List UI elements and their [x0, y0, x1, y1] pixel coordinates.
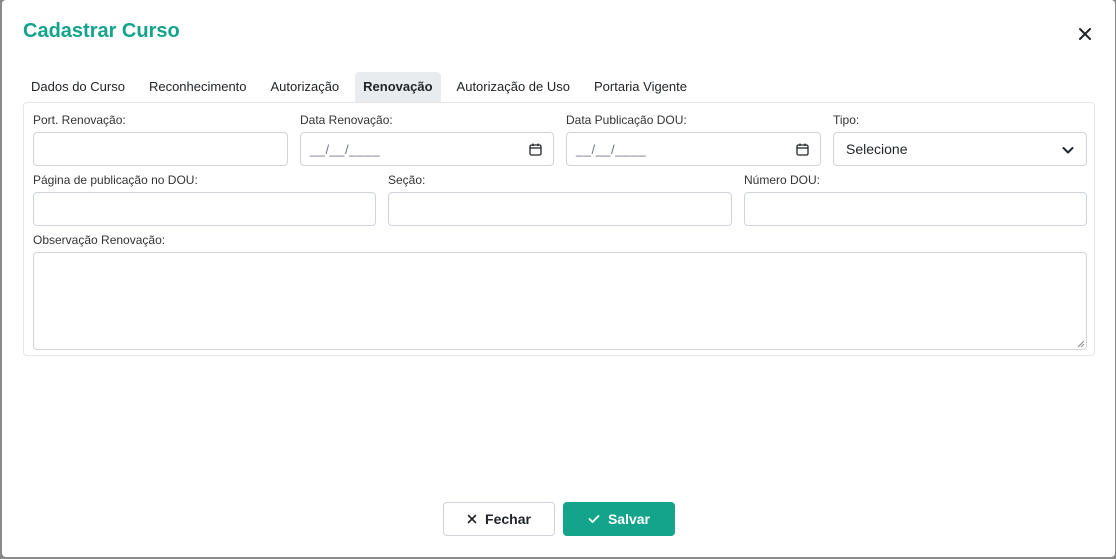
- check-icon: [588, 515, 600, 523]
- port-renovacao-label: Port. Renovação:: [33, 113, 126, 127]
- tab-portaria-vigente[interactable]: Portaria Vigente: [586, 72, 695, 102]
- numero-dou-input[interactable]: [744, 192, 1087, 226]
- modal-dialog: Cadastrar Curso Dados do Curso Reconheci…: [2, 0, 1115, 557]
- chevron-down-icon: [1062, 147, 1074, 154]
- observacao-label: Observação Renovação:: [33, 233, 166, 247]
- data-publicacao-dou-placeholder: __/__/____: [576, 142, 647, 157]
- modal-title: Cadastrar Curso: [23, 20, 180, 42]
- secao-group: Seção:: [388, 172, 732, 226]
- tipo-selected-value: Selecione: [846, 141, 908, 157]
- secao-input[interactable]: [388, 192, 732, 226]
- data-publicacao-dou-group: Data Publicação DOU: __/__/____: [566, 112, 821, 166]
- data-publicacao-dou-label: Data Publicação DOU:: [566, 113, 687, 127]
- tab-autorizacao[interactable]: Autorização: [263, 72, 348, 102]
- numero-dou-label: Número DOU:: [744, 173, 821, 187]
- data-publicacao-dou-input[interactable]: __/__/____: [566, 132, 821, 166]
- calendar-icon[interactable]: [796, 143, 809, 156]
- observacao-textarea[interactable]: [33, 252, 1087, 350]
- data-renovacao-input[interactable]: __/__/____: [300, 132, 554, 166]
- resize-grip-icon[interactable]: [1077, 340, 1085, 348]
- tab-autorizacao-de-uso[interactable]: Autorização de Uso: [449, 72, 578, 102]
- tab-renovacao[interactable]: Renovação: [355, 72, 441, 102]
- numero-dou-group: Número DOU:: [744, 172, 1087, 226]
- fechar-button[interactable]: Fechar: [443, 502, 555, 536]
- fechar-button-label: Fechar: [485, 511, 531, 527]
- close-icon: [467, 514, 477, 524]
- data-renovacao-placeholder: __/__/____: [310, 142, 381, 157]
- observacao-group: Observação Renovação:: [33, 232, 1087, 350]
- port-renovacao-input[interactable]: [33, 132, 288, 166]
- port-renovacao-group: Port. Renovação:: [33, 112, 288, 166]
- tab-dados-do-curso[interactable]: Dados do Curso: [23, 72, 133, 102]
- secao-label: Seção:: [388, 173, 426, 187]
- calendar-icon[interactable]: [529, 143, 542, 156]
- pagina-publicacao-input[interactable]: [33, 192, 376, 226]
- salvar-button-label: Salvar: [607, 511, 651, 527]
- data-renovacao-group: Data Renovação: __/__/____: [300, 112, 554, 166]
- tipo-label: Tipo:: [833, 113, 860, 127]
- renovacao-form-panel: Port. Renovação: Data Renovação: __/__/_…: [23, 102, 1095, 356]
- close-icon[interactable]: [1076, 25, 1094, 43]
- tab-reconhecimento[interactable]: Reconhecimento: [141, 72, 255, 102]
- tipo-group: Tipo: Selecione: [833, 112, 1087, 166]
- data-renovacao-label: Data Renovação:: [300, 113, 393, 127]
- tipo-select[interactable]: Selecione: [833, 132, 1087, 166]
- tab-bar: Dados do Curso Reconhecimento Autorizaçã…: [23, 72, 703, 102]
- salvar-button[interactable]: Salvar: [563, 502, 675, 536]
- pagina-publicacao-label: Página de publicação no DOU:: [33, 173, 198, 187]
- pagina-publicacao-group: Página de publicação no DOU:: [33, 172, 376, 226]
